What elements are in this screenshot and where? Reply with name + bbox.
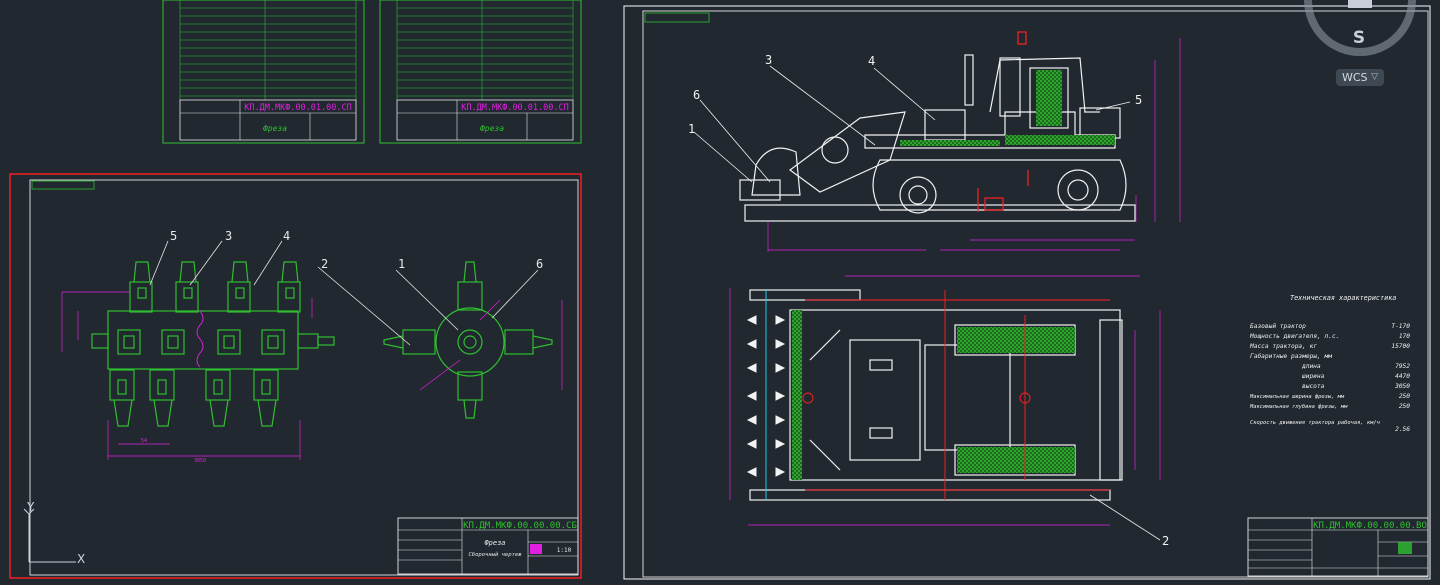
assembly-callout-4: 4 — [283, 229, 290, 243]
spec-sheet-1[interactable]: КП.ДМ.МКФ.00.01.00.СП Фреза — [162, 0, 365, 144]
svg-text:Т-170: Т-170 — [1391, 323, 1410, 330]
assembly-sheet[interactable]: 3050 54 5 3 4 2 1 6 КП.ДМ.МКФ.00.00.00.С… — [9, 173, 582, 579]
ucs-x-label: X — [77, 552, 86, 566]
wcs-label: WCS — [1342, 71, 1368, 84]
dim-head-spacing: 54 — [141, 438, 147, 444]
assembly-callout-3: 3 — [225, 229, 232, 243]
compass-south-label: S — [1352, 28, 1366, 48]
svg-text:ширина: ширина — [1302, 373, 1325, 380]
assembly-title: Фреза — [484, 539, 505, 547]
general-callout-4: 4 — [868, 54, 875, 68]
assembly-subtitle: Сборочный чертеж — [469, 551, 523, 558]
svg-text:Максимальная глубина фрезы, мм: Максимальная глубина фрезы, мм — [1249, 403, 1348, 410]
general-doc-code: КП.ДМ.МКФ.00.00.00.ВО — [1313, 521, 1427, 531]
svg-text:15700: 15700 — [1391, 343, 1410, 350]
svg-text:длина: длина — [1301, 363, 1321, 370]
chevron-down-icon: ▽ — [1371, 72, 1378, 82]
svg-text:Габаритные размеры, мм: Габаритные размеры, мм — [1250, 352, 1332, 360]
spec-sheet-2-code: КП.ДМ.МКФ.00.01.00.СП — [461, 103, 568, 113]
general-callout-1: 1 — [688, 122, 695, 136]
general-callout-3: 3 — [765, 53, 772, 67]
spec-title: Техническая характеристика — [1290, 294, 1396, 302]
assembly-callout-1: 1 — [398, 257, 405, 271]
rotor-section-view — [383, 261, 553, 419]
assembly-scale: 1:10 — [557, 547, 572, 554]
general-callout-6: 6 — [693, 88, 700, 102]
svg-text:170: 170 — [1399, 333, 1410, 340]
svg-text:4470: 4470 — [1395, 373, 1410, 380]
spec-sheet-1-name: Фреза — [263, 124, 287, 133]
svg-text:250: 250 — [1399, 403, 1410, 410]
svg-text:Максимальная ширина фрезы, мм: Максимальная ширина фрезы, мм — [1249, 394, 1345, 400]
ucs-icon — [23, 508, 76, 563]
spec-sheet-1-code: КП.ДМ.МКФ.00.01.00.СП — [244, 103, 351, 113]
svg-text:Масса трактора, кг: Масса трактора, кг — [1249, 343, 1317, 350]
svg-text:Скорость движения трактора раб: Скорость движения трактора рабочая, км/ч — [1250, 419, 1381, 426]
svg-text:Базовый трактор: Базовый трактор — [1250, 322, 1306, 330]
spec-sheet-2[interactable]: КП.ДМ.МКФ.00.01.00.СП Фреза — [379, 0, 582, 144]
svg-text:7952: 7952 — [1395, 363, 1410, 370]
assembly-callout-6: 6 — [536, 257, 543, 271]
assembly-doc-code: КП.ДМ.МКФ.00.00.00.СБ — [463, 521, 577, 531]
general-callout-5: 5 — [1135, 93, 1142, 107]
assembly-callout-5: 5 — [170, 229, 177, 243]
wcs-dropdown[interactable]: WCS ▽ — [1336, 69, 1384, 86]
technical-spec-table: Техническая характеристика Базовый тракт… — [1249, 294, 1410, 433]
cutter-assembly-plan — [91, 261, 335, 427]
general-callout-2: 2 — [1162, 534, 1169, 548]
svg-text:высота: высота — [1302, 383, 1325, 390]
ucs-y-label: Y — [27, 500, 35, 514]
general-view-sheet[interactable]: 3 4 6 1 5 2 Техническая характеристика Б… — [623, 5, 1431, 580]
svg-text:250: 250 — [1399, 393, 1410, 400]
svg-text:2.56: 2.56 — [1395, 426, 1410, 433]
dim-overall-width: 3050 — [194, 458, 206, 464]
cad-model-space[interactable]: КП.ДМ.МКФ.00.01.00.СП Фреза КП.ДМ.МКФ.00… — [0, 0, 1440, 585]
spec-sheet-2-name: Фреза — [480, 124, 504, 133]
svg-text:3050: 3050 — [1394, 383, 1410, 390]
svg-text:Мощность двигателя, л.с.: Мощность двигателя, л.с. — [1249, 333, 1339, 340]
assembly-callout-2: 2 — [321, 257, 328, 271]
